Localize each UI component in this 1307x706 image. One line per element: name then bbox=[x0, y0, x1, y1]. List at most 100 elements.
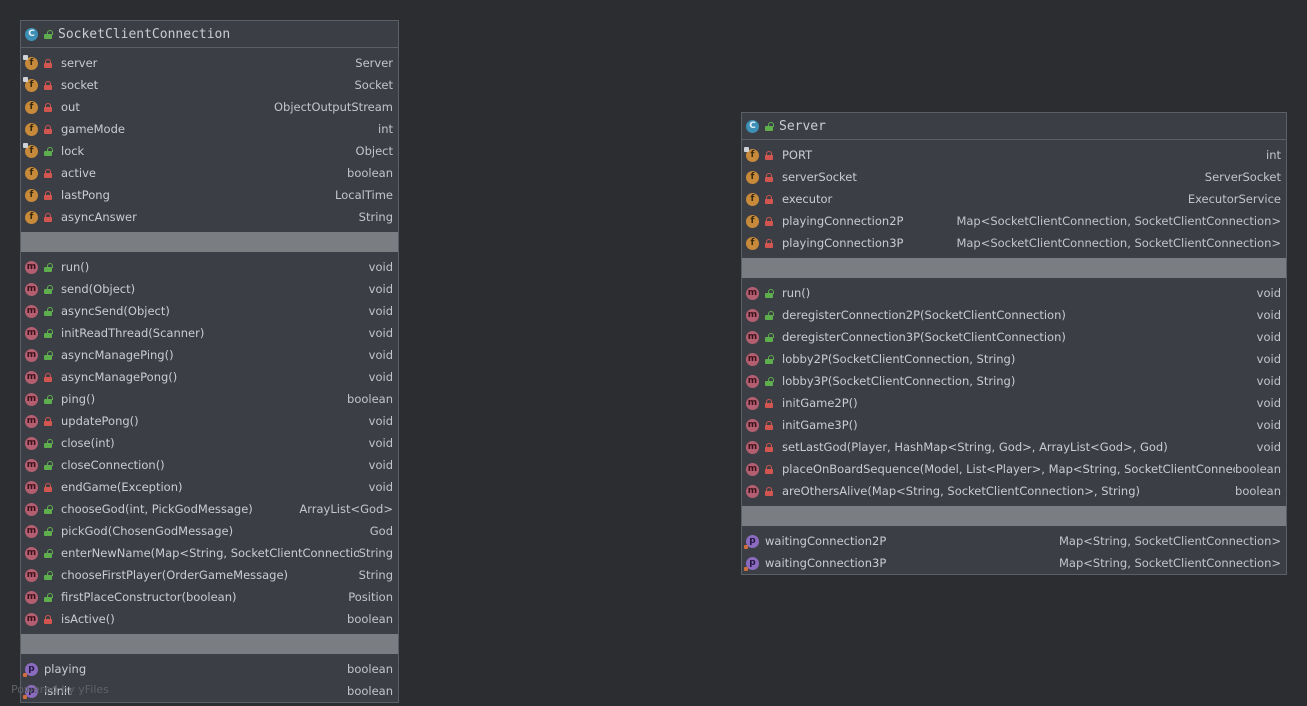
f-kind-icon: f bbox=[25, 210, 38, 224]
f-kind-icon: f bbox=[746, 236, 759, 250]
method-row[interactable]: m pickGod(ChosenGodMessage) God bbox=[21, 520, 398, 542]
method-row[interactable]: m lobby2P(SocketClientConnection, String)… bbox=[742, 348, 1286, 370]
method-return-type: void bbox=[368, 260, 393, 274]
m-kind-letter: m bbox=[26, 328, 37, 338]
field-row[interactable]: f server Server bbox=[21, 52, 398, 74]
method-row[interactable]: m setLastGod(Player, HashMap<String, God>… bbox=[742, 436, 1286, 458]
method-signature: initReadThread(Scanner) bbox=[61, 326, 205, 340]
method-signature: placeOnBoardSequence(Model, List<Player>… bbox=[782, 462, 1236, 476]
method-return-type: void bbox=[368, 304, 393, 318]
field-row[interactable]: f out ObjectOutputStream bbox=[21, 96, 398, 118]
m-kind-icon: m bbox=[25, 304, 38, 318]
method-row[interactable]: m ping() boolean bbox=[21, 388, 398, 410]
m-kind-letter: m bbox=[26, 394, 37, 404]
method-row[interactable]: m chooseGod(int, PickGodMessage) ArrayList… bbox=[21, 498, 398, 520]
private-lock-icon bbox=[765, 238, 773, 248]
method-row[interactable]: m isActive() boolean bbox=[21, 608, 398, 630]
field-row[interactable]: f lock Object bbox=[21, 140, 398, 162]
method-row[interactable]: m run() void bbox=[742, 282, 1286, 304]
method-row[interactable]: m initGame2P() void bbox=[742, 392, 1286, 414]
c-kind-letter: C bbox=[749, 121, 756, 131]
field-name: active bbox=[61, 166, 96, 180]
method-return-type: void bbox=[1256, 330, 1281, 344]
field-row[interactable]: f asyncAnswer String bbox=[21, 206, 398, 228]
method-signature: chooseFirstPlayer(OrderGameMessage) bbox=[61, 568, 289, 582]
m-kind-letter: m bbox=[26, 592, 37, 602]
method-row[interactable]: m placeOnBoardSequence(Model, List<Player… bbox=[742, 458, 1286, 480]
field-row[interactable]: f serverSocket ServerSocket bbox=[742, 166, 1286, 188]
class-node-server[interactable]: C Server f PORT int f serverSocket ServerSocket… bbox=[741, 112, 1287, 575]
field-row[interactable]: f playingConnection3P Map<SocketClientConn… bbox=[742, 232, 1286, 254]
property-marker-icon bbox=[23, 672, 27, 677]
f-kind-icon: f bbox=[23, 76, 38, 92]
field-row[interactable]: f PORT int bbox=[742, 144, 1286, 166]
p-kind-letter: p bbox=[749, 536, 756, 546]
field-name: socket bbox=[61, 78, 99, 92]
property-row[interactable]: p playing boolean bbox=[21, 658, 398, 680]
m-kind-letter: m bbox=[747, 442, 758, 452]
method-row[interactable]: m asyncSend(Object) void bbox=[21, 300, 398, 322]
m-kind-icon: m bbox=[746, 352, 759, 366]
m-kind-icon: m bbox=[25, 348, 38, 362]
class-name: Server bbox=[779, 118, 826, 134]
method-return-type: void bbox=[1256, 440, 1281, 454]
method-return-type: void bbox=[1256, 308, 1281, 322]
method-row[interactable]: m enterNewName(Map<String, SocketClientCo… bbox=[21, 542, 398, 564]
f-kind-letter: f bbox=[750, 150, 755, 160]
method-signature: areOthersAlive(Map<String, SocketClientC… bbox=[782, 484, 1141, 498]
method-row[interactable]: m close(int) void bbox=[21, 432, 398, 454]
method-row[interactable]: m chooseFirstPlayer(OrderGameMessage) Stri… bbox=[21, 564, 398, 586]
method-signature: updatePong() bbox=[61, 414, 139, 428]
m-kind-letter: m bbox=[26, 262, 37, 272]
field-row[interactable]: f gameMode int bbox=[21, 118, 398, 140]
method-row[interactable]: m run() void bbox=[21, 256, 398, 278]
method-row[interactable]: m send(Object) void bbox=[21, 278, 398, 300]
private-lock-icon bbox=[44, 614, 52, 624]
m-kind-letter: m bbox=[747, 354, 758, 364]
property-row[interactable]: p waitingConnection3P Map<String, SocketCl… bbox=[742, 552, 1286, 574]
method-row[interactable]: m deregisterConnection2P(SocketClientConn… bbox=[742, 304, 1286, 326]
method-return-type: void bbox=[368, 326, 393, 340]
method-row[interactable]: m firstPlaceConstructor(boolean) Position bbox=[21, 586, 398, 608]
method-return-type: void bbox=[368, 480, 393, 494]
f-kind-letter: f bbox=[750, 172, 755, 182]
class-header[interactable]: C Server bbox=[742, 113, 1286, 140]
public-unlock-icon bbox=[44, 526, 53, 536]
class-name: SocketClientConnection bbox=[58, 26, 231, 42]
m-kind-icon: m bbox=[746, 286, 759, 300]
m-kind-letter: m bbox=[26, 570, 37, 580]
class-header[interactable]: C SocketClientConnection bbox=[21, 21, 398, 48]
field-row[interactable]: f socket Socket bbox=[21, 74, 398, 96]
method-row[interactable]: m asyncManagePing() void bbox=[21, 344, 398, 366]
p-kind-letter: p bbox=[749, 558, 756, 568]
method-signature: send(Object) bbox=[61, 282, 136, 296]
method-signature: lobby3P(SocketClientConnection, String) bbox=[782, 374, 1016, 388]
method-row[interactable]: m endGame(Exception) void bbox=[21, 476, 398, 498]
public-unlock-icon bbox=[44, 328, 53, 338]
property-row[interactable]: p waitingConnection2P Map<String, SocketCl… bbox=[742, 530, 1286, 552]
field-type: String bbox=[358, 210, 393, 224]
method-row[interactable]: m asyncManagePong() void bbox=[21, 366, 398, 388]
field-row[interactable]: f lastPong LocalTime bbox=[21, 184, 398, 206]
field-row[interactable]: f playingConnection2P Map<SocketClientConn… bbox=[742, 210, 1286, 232]
f-kind-letter: f bbox=[750, 238, 755, 248]
f-kind-letter: f bbox=[29, 146, 34, 156]
m-kind-icon: m bbox=[25, 326, 38, 340]
field-type: Object bbox=[355, 144, 393, 158]
f-kind-icon: f bbox=[25, 188, 38, 202]
method-row[interactable]: m updatePong() void bbox=[21, 410, 398, 432]
method-row[interactable]: m lobby3P(SocketClientConnection, String)… bbox=[742, 370, 1286, 392]
method-row[interactable]: m deregisterConnection3P(SocketClientConn… bbox=[742, 326, 1286, 348]
class-node-socketclientconnection[interactable]: C SocketClientConnection f server Server f soc… bbox=[20, 20, 399, 703]
method-row[interactable]: m initReadThread(Scanner) void bbox=[21, 322, 398, 344]
field-row[interactable]: f executor ExecutorService bbox=[742, 188, 1286, 210]
method-signature: deregisterConnection2P(SocketClientConne… bbox=[782, 308, 1066, 322]
private-lock-icon bbox=[44, 190, 52, 200]
m-kind-icon: m bbox=[25, 590, 38, 604]
m-kind-icon: m bbox=[25, 546, 38, 560]
method-row[interactable]: m initGame3P() void bbox=[742, 414, 1286, 436]
method-row[interactable]: m areOthersAlive(Map<String, SocketClient… bbox=[742, 480, 1286, 502]
method-row[interactable]: m closeConnection() void bbox=[21, 454, 398, 476]
m-kind-icon: m bbox=[25, 392, 38, 406]
field-row[interactable]: f active boolean bbox=[21, 162, 398, 184]
